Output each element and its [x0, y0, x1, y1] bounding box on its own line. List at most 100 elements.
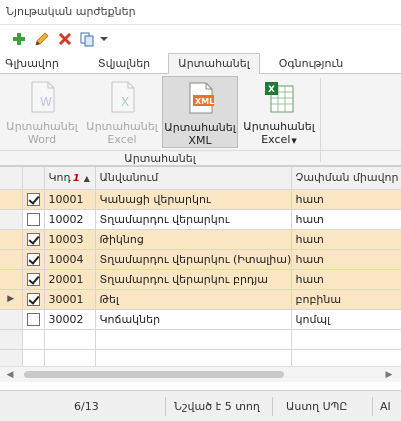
scroll-right-icon[interactable]: ▶ — [383, 369, 395, 381]
cell-name[interactable]: Տղամարդու վերարկու բրդյա — [95, 269, 292, 290]
quick-access-toolbar — [0, 25, 401, 52]
status-divider — [372, 397, 373, 416]
table-row[interactable]: 10003 Թիկնոց հատ — [0, 229, 401, 250]
export-excel-label2: Excel — [107, 133, 137, 146]
cell-code[interactable]: 10004 — [44, 249, 96, 270]
copy-icon[interactable] — [78, 30, 96, 48]
row-checkbox[interactable] — [26, 252, 40, 266]
export-excel-button[interactable]: X Արտահանել Excel — [84, 76, 160, 148]
export-xml-label2: XML — [188, 134, 212, 147]
dropdown-arrow-icon[interactable] — [98, 30, 110, 48]
cell-code[interactable]: 30001 — [44, 289, 96, 310]
row-checkbox-cell[interactable] — [22, 229, 45, 250]
cell-name[interactable]: Տղամարդու վերարկու (Իտալիա) — [95, 249, 292, 270]
tab-help[interactable]: Օգնություն — [268, 54, 354, 74]
row-checkbox[interactable] — [26, 292, 40, 306]
cell-code[interactable]: 20001 — [44, 269, 96, 290]
cell-name[interactable]: Թիկնոց — [95, 229, 292, 250]
check-column-header[interactable] — [22, 167, 45, 190]
data-grid: Կոդ 1 ▲ Անվանում Չափման միավոր 10001 Կանացի… — [0, 166, 401, 390]
sort-index: 1 — [72, 173, 80, 185]
cell-name[interactable]: Թել — [95, 289, 292, 310]
cell-unit[interactable]: հատ — [291, 189, 401, 210]
chevron-down-icon: ▼ — [291, 137, 297, 145]
cell-unit[interactable]: բոբինա — [291, 289, 401, 310]
row-indicator[interactable] — [0, 249, 23, 270]
row-checkbox[interactable] — [26, 212, 40, 226]
export-xml-label1: Արտահանել — [164, 121, 236, 134]
cell-name[interactable]: Կոճակներ — [95, 309, 292, 330]
export-word-label2: Word — [27, 133, 57, 146]
table-row[interactable]: ▶ 30001 Թել բոբինա — [0, 289, 401, 310]
table-row[interactable]: 20001 Տղամարդու վերարկու բրդյա հատ — [0, 269, 401, 290]
empty-cell — [291, 329, 401, 350]
empty-cell — [22, 329, 45, 350]
row-indicator[interactable] — [0, 209, 23, 230]
export-word-button[interactable]: W Արտահանել Word — [4, 76, 80, 148]
svg-text:X: X — [121, 95, 129, 109]
export-excel-label1: Արտահանել — [86, 120, 158, 133]
word-doc-icon: W — [31, 81, 55, 113]
empty-row — [0, 329, 401, 350]
xml-doc-icon: XML — [189, 82, 214, 114]
ribbon-panel: W Արտահանել Word X Արտահանել Excel XML Արտ… — [0, 74, 401, 166]
export-xml-button[interactable]: XML Արտահանել XML — [162, 76, 238, 148]
row-checkbox-cell[interactable] — [22, 249, 45, 270]
export-word-label1: Արտահանել — [6, 120, 78, 133]
table-row[interactable]: 30002 Կոճակներ կոմպլ — [0, 309, 401, 330]
table-row[interactable]: 10001 Կանացի վերարկու հատ — [0, 189, 401, 210]
ribbon-group-label: Արտահանել — [124, 152, 196, 165]
cell-code[interactable]: 30002 — [44, 309, 96, 330]
svg-text:XML: XML — [195, 97, 214, 106]
pencil-icon[interactable] — [33, 30, 51, 48]
table-row[interactable]: 10004 Տղամարդու վերարկու (Իտալիա) հատ — [0, 249, 401, 270]
cell-unit[interactable]: հատ — [291, 269, 401, 290]
x-icon[interactable] — [56, 30, 74, 48]
row-checkbox-cell[interactable] — [22, 209, 45, 230]
row-indicator[interactable] — [0, 229, 23, 250]
cell-name[interactable]: Կանացի վերարկու — [95, 189, 292, 210]
horizontal-scrollbar[interactable]: ◀ ▶ — [0, 366, 401, 382]
column-header-unit[interactable]: Չափման միավոր — [291, 167, 401, 190]
export-excel-dropdown-button[interactable]: X Արտահանել Excel▼ — [240, 76, 318, 148]
row-checkbox[interactable] — [26, 192, 40, 206]
excel-sheet-icon: X — [265, 82, 294, 113]
cell-unit[interactable]: հատ — [291, 209, 401, 230]
scrollbar-thumb[interactable] — [24, 371, 284, 378]
table-row[interactable]: 10002 Տղամարդու վերարկու հատ — [0, 209, 401, 230]
cell-code[interactable]: 10002 — [44, 209, 96, 230]
status-bar: 6/13 Նշված է 5 տող Աստղ ՍՊԸ AI — [0, 390, 401, 421]
cell-name[interactable]: Տղամարդու վերարկու — [95, 209, 292, 230]
row-indicator-header — [0, 167, 23, 190]
row-checkbox-cell[interactable] — [22, 269, 45, 290]
row-indicator[interactable] — [0, 269, 23, 290]
svg-text:W: W — [40, 95, 52, 109]
cell-code[interactable]: 10001 — [44, 189, 96, 210]
status-divider — [272, 397, 273, 416]
empty-cell — [44, 329, 96, 350]
tab-home[interactable]: Գլխավոր — [2, 54, 62, 74]
status-divider — [165, 397, 166, 416]
cell-unit[interactable]: հատ — [291, 249, 401, 270]
row-indicator[interactable]: ▶ — [0, 289, 23, 310]
row-checkbox[interactable] — [26, 272, 40, 286]
cell-code[interactable]: 10003 — [44, 229, 96, 250]
tab-data[interactable]: Տվյալներ — [84, 54, 164, 74]
row-checkbox-cell[interactable] — [22, 189, 45, 210]
row-indicator[interactable] — [0, 309, 23, 330]
row-indicator[interactable] — [0, 189, 23, 210]
row-checkbox-cell[interactable] — [22, 289, 45, 310]
column-header-name[interactable]: Անվանում — [95, 167, 292, 190]
plus-icon[interactable] — [10, 30, 28, 48]
column-header-code[interactable]: Կոդ 1 ▲ — [44, 167, 96, 190]
scroll-left-icon[interactable]: ◀ — [4, 369, 16, 381]
row-checkbox[interactable] — [26, 232, 40, 246]
cell-unit[interactable]: հատ — [291, 229, 401, 250]
status-selected-count: Նշված է 5 տող — [174, 400, 260, 413]
tab-export[interactable]: Արտահանել — [168, 53, 260, 75]
window-title: Նյութական արժեքներ — [6, 5, 136, 18]
status-extra: AI — [380, 400, 391, 413]
row-checkbox[interactable] — [26, 312, 40, 326]
cell-unit[interactable]: կոմպլ — [291, 309, 401, 330]
row-checkbox-cell[interactable] — [22, 309, 45, 330]
